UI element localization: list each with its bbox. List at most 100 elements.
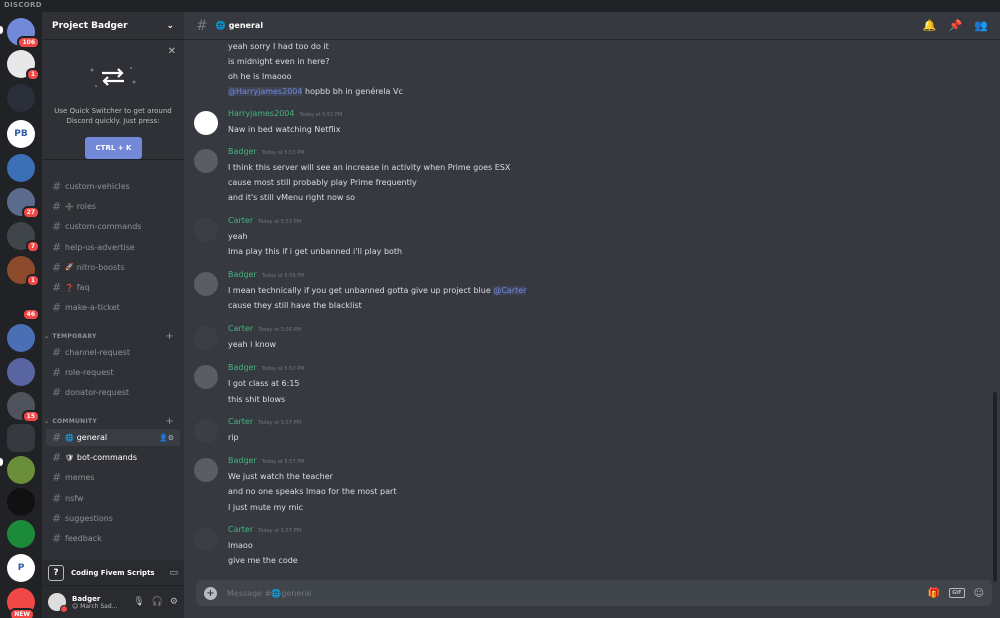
channel-name: custom-commands xyxy=(65,222,142,232)
guild-avatar[interactable] xyxy=(7,488,35,516)
channel-item[interactable]: # make-a-ticket xyxy=(46,299,180,316)
gear-icon[interactable]: ⚙ xyxy=(170,597,178,607)
add-channel-icon[interactable]: + xyxy=(165,331,174,342)
scrollbar[interactable] xyxy=(993,392,997,582)
timestamp: Today at 5:53 PM xyxy=(261,150,305,156)
discord-home-icon[interactable]: 106 xyxy=(7,18,40,49)
author-name[interactable]: Badger xyxy=(228,363,257,372)
guild-folder[interactable] xyxy=(7,358,35,386)
avatar[interactable] xyxy=(194,149,218,173)
author-name[interactable]: Badger xyxy=(228,270,257,279)
mention-badge: 1 xyxy=(25,68,40,81)
gift-icon[interactable]: 🎁 xyxy=(928,588,940,599)
message-content: Ima play this if i get unbanned i'll pla… xyxy=(228,247,403,256)
guild-folder[interactable]: 7 xyxy=(7,222,40,253)
channel-item[interactable]: # feedback xyxy=(46,530,180,547)
channel-item[interactable]: # channel-request xyxy=(46,344,180,361)
channel-item[interactable]: # custom-commands xyxy=(46,218,180,235)
add-channel-icon[interactable]: + xyxy=(165,416,174,427)
channel-item[interactable]: # custom-vehicles xyxy=(46,180,180,195)
gif-icon[interactable]: GIF xyxy=(949,588,965,598)
guild-avatar[interactable] xyxy=(7,154,35,182)
message-content: oh he is lmaooo xyxy=(228,72,292,81)
channel-title-text: general xyxy=(228,21,264,30)
message-text: I mean technically if you get unbanned g… xyxy=(228,286,527,295)
channel-item[interactable]: # nsfw xyxy=(46,490,180,507)
author-name[interactable]: Badger xyxy=(228,456,257,465)
avatar[interactable] xyxy=(194,272,218,296)
guild-avatar[interactable] xyxy=(7,84,35,112)
message-text: yeah sorry I had too do it xyxy=(228,42,329,51)
channel-item[interactable]: # 🛡 bot-commands xyxy=(46,449,180,466)
invite-settings-icon[interactable]: 👤⚙ xyxy=(159,434,174,442)
message-text: yeah i know xyxy=(228,340,276,349)
avatar[interactable] xyxy=(194,419,218,443)
guild-avatar[interactable]: 1 xyxy=(7,50,40,81)
hash-icon: # xyxy=(52,491,62,505)
message-text: cause most still probably play Prime fre… xyxy=(228,178,417,187)
message-text: We just watch the teacher xyxy=(228,472,333,481)
guild-folder[interactable]: 15 xyxy=(7,392,40,423)
close-icon[interactable]: ✕ xyxy=(168,46,176,57)
channel-item[interactable]: # memes xyxy=(46,469,180,486)
channel-emoji: ❓ xyxy=(65,283,74,292)
project-badger-logo[interactable]: PB xyxy=(7,120,35,148)
screen-share-icon[interactable]: ▭ xyxy=(169,568,178,578)
author-name[interactable]: Badger xyxy=(228,147,257,156)
mention-badge: 46 xyxy=(21,308,40,321)
guild-avatar[interactable]: 1 xyxy=(7,256,40,287)
avatar[interactable] xyxy=(48,593,68,613)
guild-folder[interactable]: 27 xyxy=(7,188,40,219)
timestamp: Today at 5:57 PM xyxy=(261,459,305,465)
guild-avatar[interactable] xyxy=(7,456,35,484)
user-mention[interactable]: @Harryjames2004 xyxy=(228,87,303,96)
headphones-icon[interactable]: 🎧 xyxy=(152,597,163,607)
author-name[interactable]: Carter xyxy=(228,324,253,333)
avatar[interactable] xyxy=(194,527,218,551)
server-header[interactable]: Project Badger ⌄ xyxy=(42,12,184,40)
channel-category[interactable]: ⌄ COMMUNITY + xyxy=(44,415,180,427)
message-input[interactable] xyxy=(227,588,928,598)
channel-category[interactable]: ⌄ TEMPORARY + xyxy=(44,330,180,342)
author-name[interactable]: Carter xyxy=(228,417,253,426)
guild-avatar[interactable]: NEW xyxy=(7,588,35,618)
guild-avatar[interactable] xyxy=(7,520,35,548)
folder-icon[interactable] xyxy=(7,424,35,452)
message-header: Badger Today at 5:53 PM xyxy=(228,147,305,156)
channel-name: faq xyxy=(76,283,90,292)
avatar[interactable] xyxy=(194,365,218,389)
members-icon[interactable]: 👥 xyxy=(974,19,988,32)
pin-icon[interactable]: 📌 xyxy=(949,19,963,32)
channel-item[interactable]: # help-us-advertise xyxy=(46,239,180,256)
author-name[interactable]: Carter xyxy=(228,525,253,534)
microphone-icon[interactable]: 🎙 xyxy=(133,597,144,607)
mention-badge: 27 xyxy=(21,206,40,219)
quick-switcher-shortcut[interactable]: CTRL + K xyxy=(85,137,142,159)
question-icon[interactable]: ? xyxy=(48,564,64,581)
message-text: Ima play this if i get unbanned i'll pla… xyxy=(228,247,402,256)
channel-item[interactable]: # 🚀 nitro-boosts xyxy=(46,259,180,276)
channel-item[interactable]: # suggestions xyxy=(46,510,180,527)
channel-item[interactable]: # 🌐 general 👤⚙ xyxy=(46,429,180,446)
guild-avatar[interactable]: P xyxy=(7,554,35,582)
avatar[interactable] xyxy=(194,111,218,135)
channel-item[interactable]: # donator-request xyxy=(46,384,180,401)
hash-icon: # xyxy=(52,220,62,234)
avatar[interactable] xyxy=(194,458,218,482)
channel-item[interactable]: # ❓ faq xyxy=(46,279,180,296)
channel-item[interactable]: # role-request xyxy=(46,364,180,381)
user-mention[interactable]: @Carter xyxy=(493,286,527,295)
author-name[interactable]: Harryjames2004 xyxy=(228,109,294,118)
emoji-icon[interactable]: ☺ xyxy=(974,588,984,599)
author-name[interactable]: Carter xyxy=(228,216,253,225)
guild-rail: 106 1 PB 27 7 1 46 15 P NEW xyxy=(0,12,42,618)
discord-app: DISCORD 106 1 PB 27 7 1 46 15 P NEW Project Badge… xyxy=(0,0,1000,618)
attach-plus-icon[interactable]: + xyxy=(204,586,217,600)
guild-folder[interactable]: 46 xyxy=(7,290,40,321)
guild-folder[interactable] xyxy=(7,324,35,352)
bell-icon[interactable]: 🔔 xyxy=(923,19,937,32)
channel-item[interactable]: # ➕ roles xyxy=(46,198,180,215)
message-composer: + 🎁 GIF ☺ xyxy=(196,580,992,606)
avatar[interactable] xyxy=(194,218,218,242)
avatar[interactable] xyxy=(194,326,218,350)
